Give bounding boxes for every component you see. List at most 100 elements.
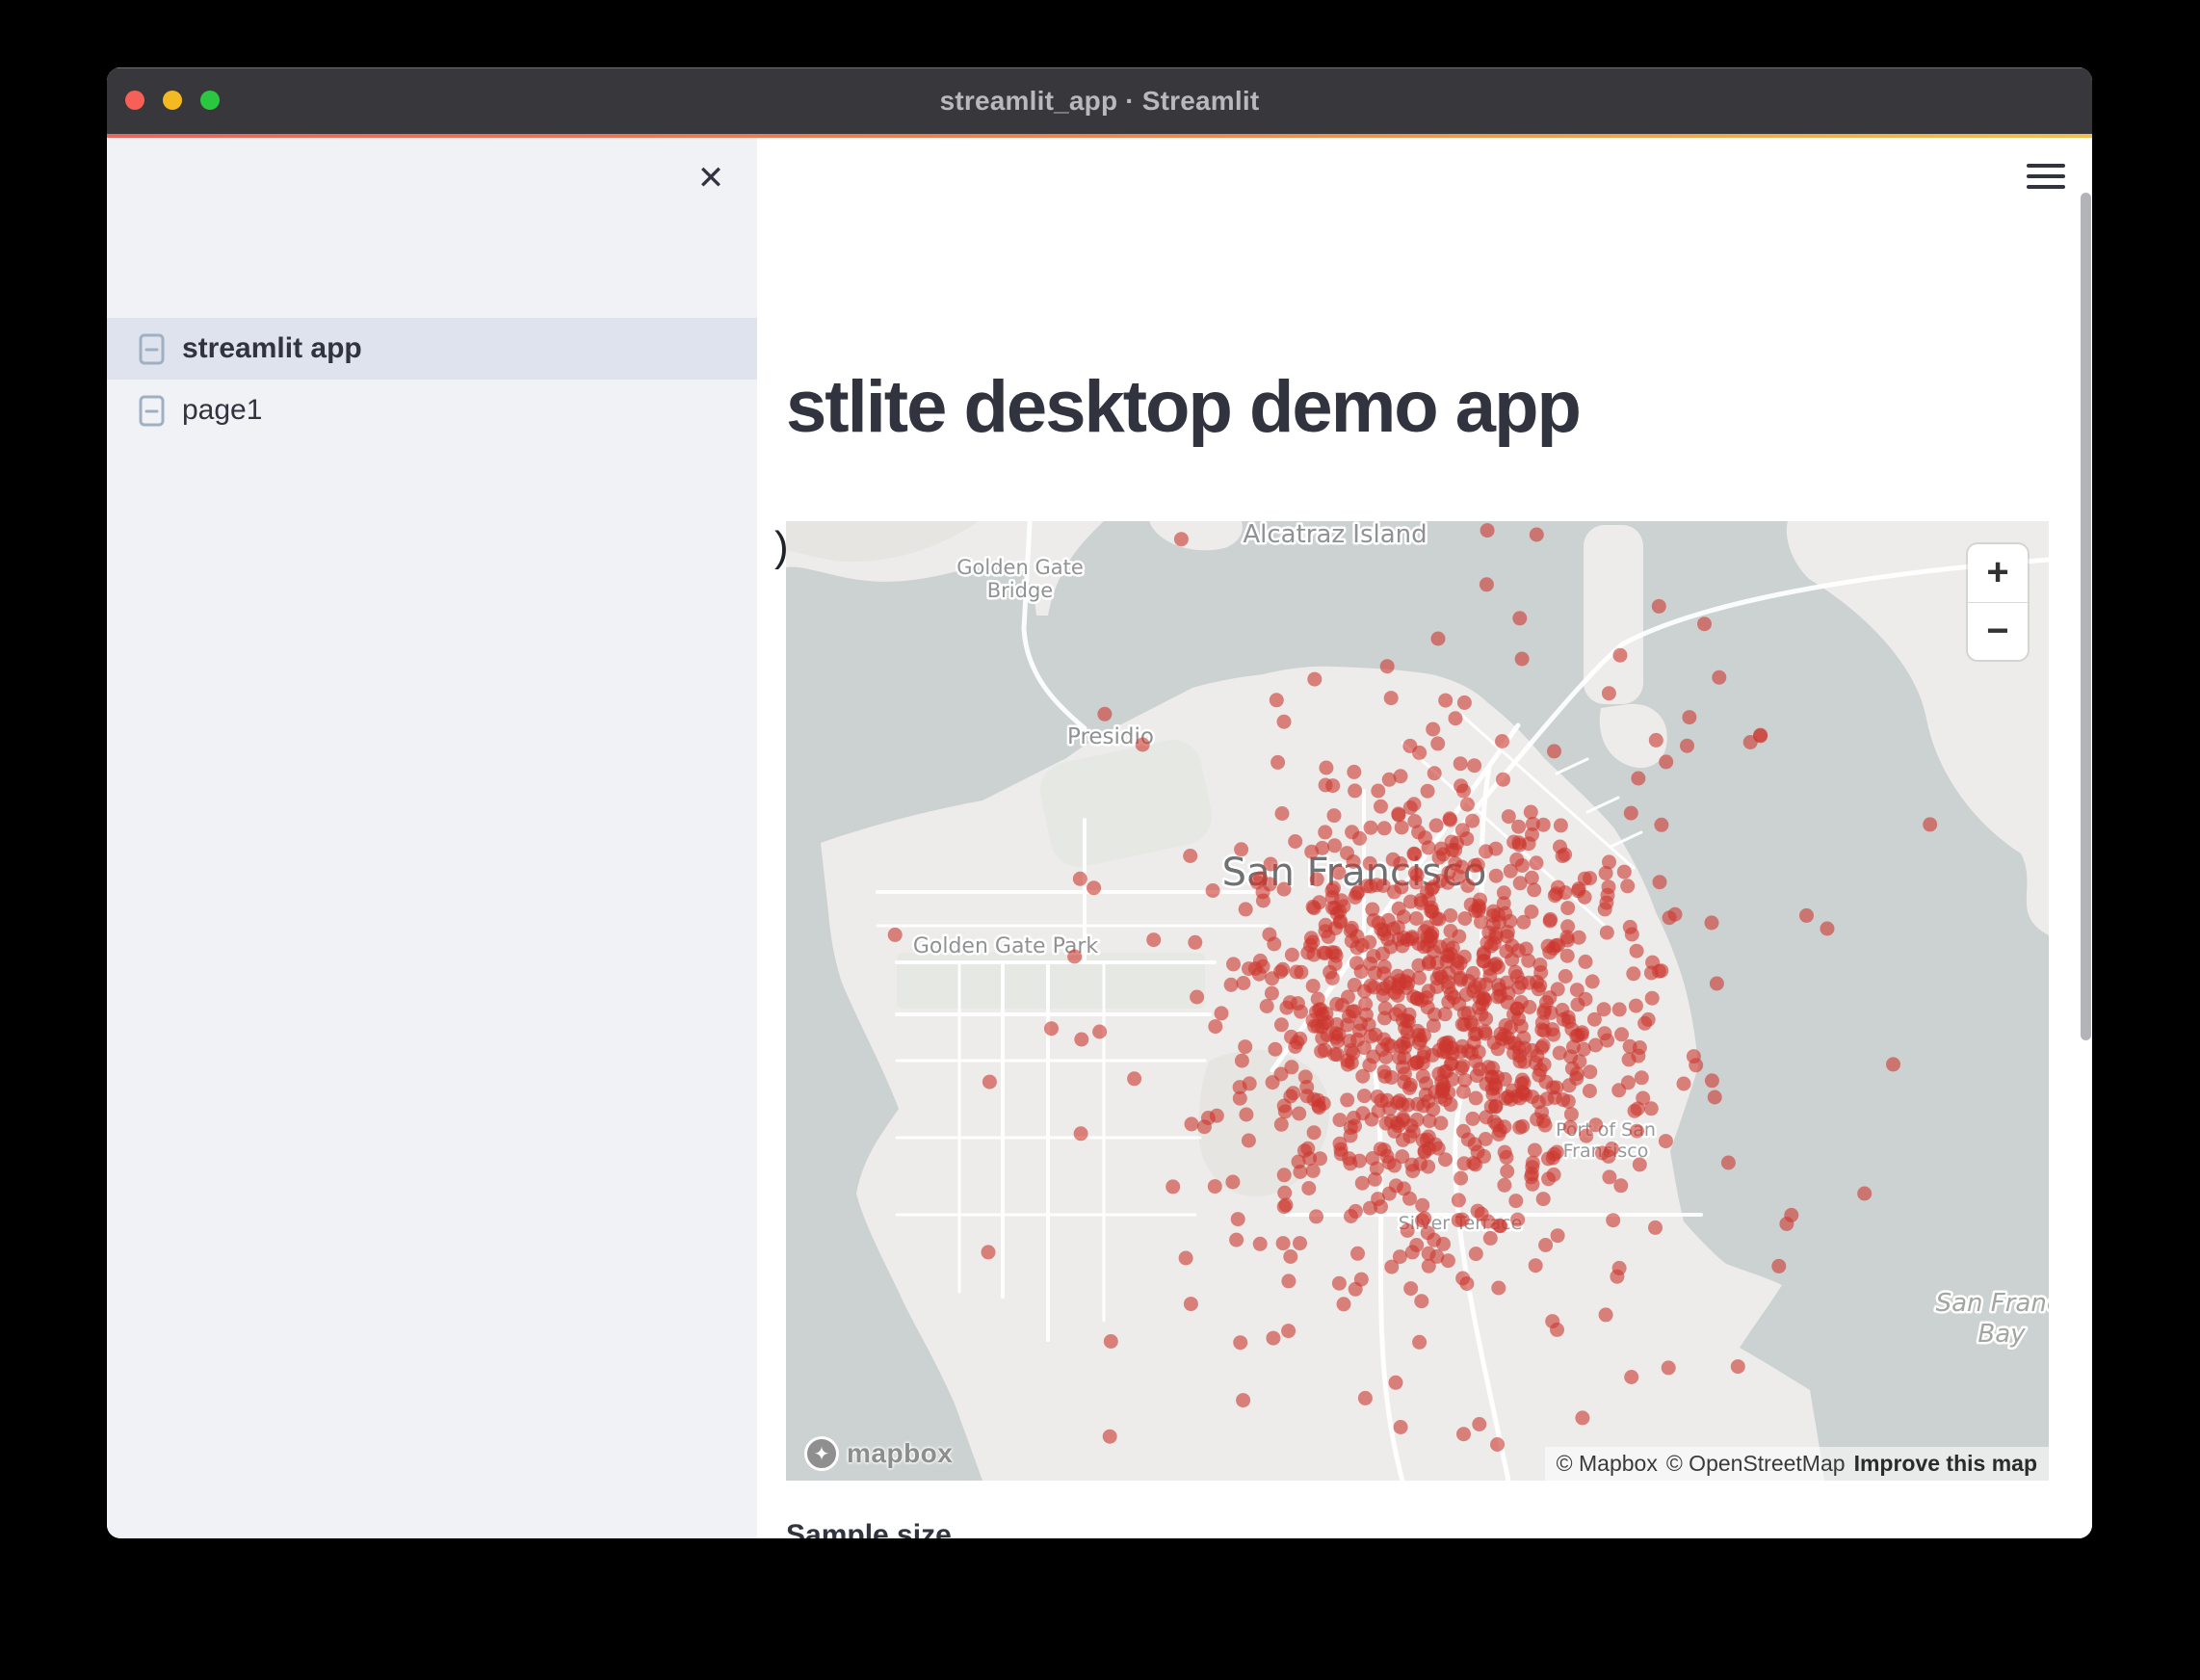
scatter-dot <box>1527 882 1541 897</box>
zoom-in-button[interactable]: + <box>1968 544 2028 602</box>
scatter-dot <box>1472 1417 1486 1431</box>
scatter-dot <box>1636 1091 1650 1106</box>
improve-this-map-link[interactable]: Improve this map <box>1854 1451 2037 1477</box>
scatter-dot <box>1544 1006 1558 1020</box>
scatter-dot <box>1491 1041 1506 1056</box>
scatter-dot <box>982 1245 996 1259</box>
scatter-dot <box>1225 1175 1240 1190</box>
scatter-dot <box>1563 1120 1578 1135</box>
scatter-dot <box>1412 746 1427 760</box>
scatter-dot <box>1561 1011 1576 1025</box>
scatter-dot <box>1301 1181 1316 1195</box>
scatter-dot <box>1426 879 1440 894</box>
vertical-scrollbar-thumb[interactable] <box>2081 193 2091 1040</box>
scatter-dot <box>1564 1107 1579 1121</box>
scatter-dot <box>1179 1251 1193 1266</box>
scatter-dot <box>1402 1081 1417 1095</box>
scatter-dot <box>1103 1430 1117 1444</box>
scatter-dot <box>1421 784 1435 799</box>
scatter-dot <box>1347 765 1361 779</box>
scatter-dot <box>1496 773 1510 787</box>
scatter-dot <box>1489 869 1504 883</box>
hamburger-menu-button[interactable] <box>2027 162 2065 191</box>
scatter-dot <box>1469 1247 1483 1261</box>
scatter-dot <box>1328 957 1343 971</box>
scatter-dot <box>1345 825 1359 839</box>
scatter-dot <box>1625 928 1639 942</box>
scatter-dot <box>1613 648 1628 663</box>
scatter-dot <box>1532 979 1547 993</box>
scatter-dot <box>1538 1118 1553 1133</box>
scatter-dot <box>1304 931 1319 945</box>
scatter-dot <box>1434 842 1449 856</box>
minimize-traffic-light[interactable] <box>163 91 182 110</box>
scatter-dot <box>1437 1064 1452 1079</box>
scatter-dot <box>1578 890 1592 905</box>
scatter-dot <box>1561 1094 1576 1109</box>
scatter-dot <box>1457 696 1472 710</box>
mapbox-attribution-link[interactable]: © Mapbox <box>1557 1451 1658 1477</box>
scatter-dot <box>1624 1370 1638 1384</box>
scatter-dot <box>1560 901 1575 915</box>
scatter-dot <box>1337 1297 1351 1311</box>
sidebar-item-streamlit-app[interactable]: streamlit app <box>107 318 757 380</box>
scatter-dot <box>1416 1069 1430 1084</box>
close-traffic-light[interactable] <box>125 91 144 110</box>
window-title: streamlit_app · Streamlit <box>940 86 1260 117</box>
scatter-dot <box>1542 945 1557 959</box>
scatter-dot <box>1360 879 1375 893</box>
osm-attribution-link[interactable]: © OpenStreetMap <box>1666 1451 1846 1477</box>
mapbox-logo[interactable]: ✦ mapbox <box>804 1436 953 1471</box>
sidebar-item-page1[interactable]: page1 <box>107 380 757 441</box>
map-label: Bay <box>1977 1320 2026 1349</box>
sidebar-close-button[interactable]: ✕ <box>692 159 730 197</box>
scatter-dot <box>1461 1133 1476 1147</box>
scatter-dot <box>1325 778 1340 793</box>
hamburger-icon <box>2027 164 2065 168</box>
scatter-dot <box>1501 995 1515 1010</box>
scatter-dot <box>1588 1117 1603 1132</box>
scatter-dot <box>1886 1057 1900 1071</box>
scatter-dot <box>1266 1075 1280 1089</box>
scatter-dot <box>1571 1029 1585 1043</box>
scatter-dot <box>1466 1112 1480 1126</box>
map-canvas[interactable]: Alcatraz IslandGolden GateBridgePresidio… <box>786 521 2049 1481</box>
scatter-dot <box>1260 999 1274 1013</box>
scatter-dot <box>1677 1077 1691 1091</box>
scatter-dot <box>1380 659 1395 673</box>
scatter-dot <box>1371 784 1385 799</box>
scatter-dot <box>1239 1108 1253 1122</box>
scatter-dot <box>1310 1019 1324 1034</box>
traffic-lights <box>125 91 220 110</box>
fullscreen-traffic-light[interactable] <box>200 91 220 110</box>
scatter-dot <box>1498 906 1512 921</box>
scatter-dot <box>1424 904 1438 918</box>
scatter-dot <box>1327 808 1342 823</box>
scatter-dot <box>1668 907 1683 922</box>
scatter-dot <box>1262 928 1276 942</box>
scatter-dot <box>1312 895 1326 909</box>
scatter-dot <box>1474 1007 1488 1021</box>
scatter-dot <box>1630 944 1644 958</box>
scatter-dot <box>1537 1024 1552 1038</box>
scatter-dot <box>1127 1071 1141 1086</box>
scatter-dot <box>1857 1187 1872 1201</box>
scatter-dot <box>1318 825 1332 839</box>
scatter-dot <box>1436 1237 1451 1251</box>
scatter-dot <box>1292 1155 1306 1169</box>
scatter-dot <box>1506 835 1521 850</box>
scatter-dot <box>1410 1024 1425 1038</box>
mapbox-wordmark: mapbox <box>847 1438 953 1469</box>
scatter-dot <box>1357 1089 1372 1103</box>
scatter-dot <box>1469 1091 1483 1106</box>
scatter-dot <box>1553 840 1567 854</box>
scatter-dot <box>1512 611 1527 625</box>
scatter-dot <box>1427 766 1442 780</box>
zoom-out-button[interactable]: − <box>1968 603 2028 661</box>
scatter-dot <box>1290 1036 1304 1050</box>
scatter-dot <box>1480 1215 1495 1229</box>
scatter-dot <box>1480 577 1494 591</box>
scatter-dot <box>1820 922 1835 936</box>
close-icon: ✕ <box>697 160 725 197</box>
scatter-dot <box>1393 856 1407 871</box>
